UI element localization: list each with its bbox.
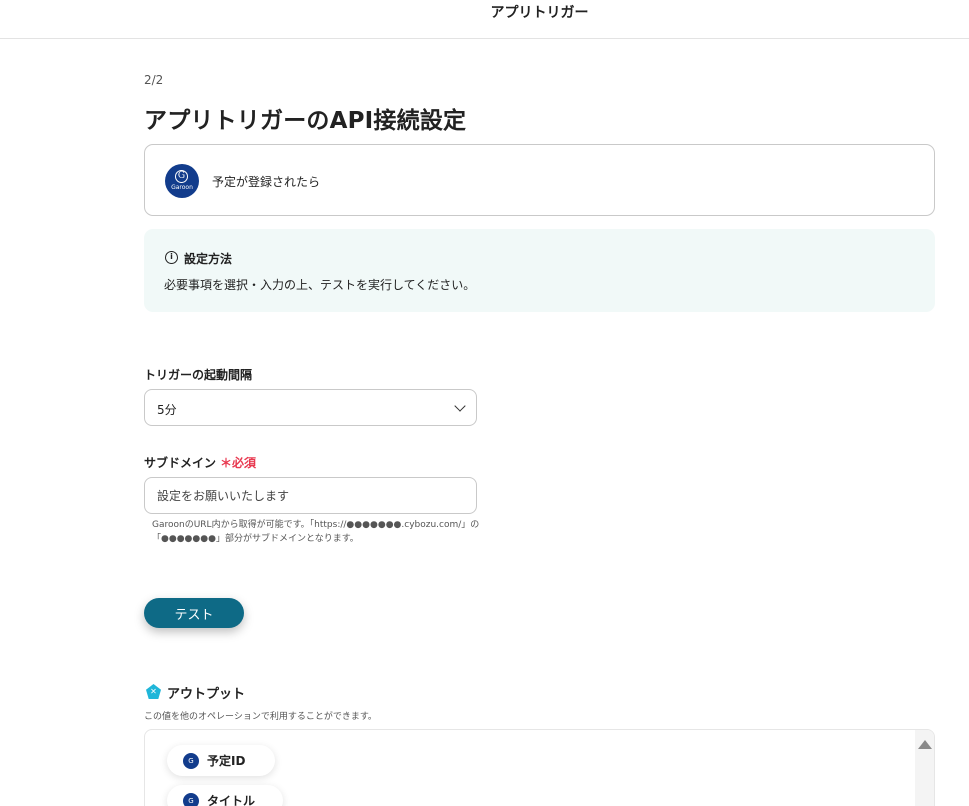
- subdomain-label: サブドメイン ＊必須: [144, 454, 256, 471]
- output-title: アウトプット: [167, 687, 246, 702]
- garoon-logo-icon: G Garoon: [165, 164, 199, 198]
- output-chip[interactable]: G タイトル: [167, 785, 283, 806]
- app-trigger-card: G Garoon 予定が登録されたら: [144, 144, 935, 216]
- trigger-event-name: 予定が登録されたら: [212, 175, 321, 189]
- output-chip-label: タイトル: [207, 794, 256, 806]
- output-icon: ✕: [146, 684, 161, 699]
- required-badge: ＊必須: [220, 456, 257, 470]
- subdomain-help-text: GaroonのURL内から取得が可能です。「https://●●●●●●●.cy…: [152, 520, 480, 544]
- header-title: アプリトリガー: [490, 5, 589, 21]
- test-button[interactable]: テスト: [144, 598, 244, 628]
- top-bar: アプリトリガー: [0, 0, 969, 39]
- garoon-logo-icon: G: [183, 752, 199, 769]
- output-chip[interactable]: G 予定ID: [167, 745, 275, 776]
- info-icon: i: [165, 251, 178, 264]
- scroll-up-arrow-icon[interactable]: [918, 740, 932, 749]
- subdomain-label-text: サブドメイン: [144, 456, 217, 470]
- interval-label: トリガーの起動間隔: [144, 368, 253, 382]
- output-scrollbar[interactable]: [915, 730, 934, 806]
- garoon-logo-brand: Garoon: [171, 184, 193, 191]
- info-text: 必要事項を選択・入力の上、テストを実行してください。: [164, 278, 476, 292]
- garoon-logo-letter: G: [175, 170, 188, 183]
- output-panel: G 予定ID G タイトル: [144, 729, 935, 806]
- page-title: アプリトリガーのAPI接続設定: [144, 108, 467, 134]
- chevron-down-icon: [454, 400, 466, 412]
- step-indicator: 2/2: [144, 73, 164, 87]
- garoon-logo-icon: G: [183, 792, 199, 806]
- output-description: この値を他のオペレーションで利用することができます。: [144, 712, 377, 722]
- output-chip-label: 予定ID: [207, 754, 246, 768]
- subdomain-input[interactable]: [144, 477, 477, 514]
- interval-selected-value: 5分: [157, 403, 177, 417]
- interval-select[interactable]: 5分: [144, 389, 477, 426]
- info-heading: 設定方法: [184, 252, 233, 266]
- setup-info-box: i 設定方法 必要事項を選択・入力の上、テストを実行してください。: [144, 229, 935, 312]
